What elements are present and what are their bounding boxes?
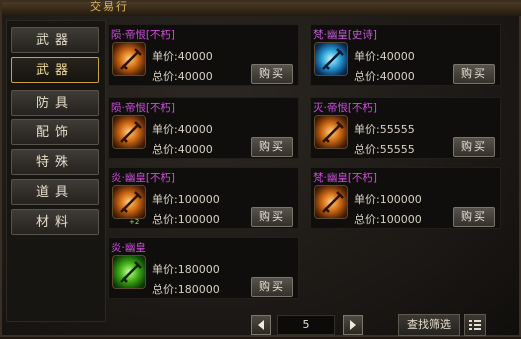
prev-page-button[interactable] <box>251 315 271 335</box>
search-filter-button[interactable]: 查找筛选 <box>398 314 460 336</box>
unit-price-label: 单价: <box>152 123 178 136</box>
list-icon <box>469 320 481 330</box>
unit-price-row: 单价:55555 <box>354 121 415 137</box>
category-weapon[interactable]: 武器 <box>11 27 99 53</box>
blue-weapon-icon <box>314 42 348 76</box>
buy-button[interactable]: 购买 <box>453 207 495 227</box>
total-price-value: 180000 <box>177 283 220 296</box>
arrow-left-icon <box>258 320 264 330</box>
total-price-label: 总价: <box>152 283 178 296</box>
total-price-label: 总价: <box>152 213 178 226</box>
item-name: 陨·帝恨[不朽] <box>111 102 176 114</box>
unit-price-value: 55555 <box>379 123 415 136</box>
unit-price-value: 40000 <box>177 50 213 63</box>
enhance-level: +2 <box>129 218 140 226</box>
total-price-value: 55555 <box>379 143 415 156</box>
total-price-row: 总价:180000 <box>152 281 220 297</box>
item-name: 梵·幽皇[不朽] <box>313 172 378 184</box>
total-price-value: 100000 <box>177 213 220 226</box>
total-price-value: 100000 <box>379 213 422 226</box>
unit-price-value: 40000 <box>379 50 415 63</box>
buy-button[interactable]: 购买 <box>251 207 293 227</box>
total-price-row: 总价:100000 <box>354 211 422 227</box>
orange-weapon-icon <box>112 185 146 219</box>
trade-window: 交易行 武器 武器 防具 配饰 特殊 道具 材料 陨·帝恨[不朽] 单价:400… <box>0 0 521 337</box>
total-price-value: 40000 <box>177 70 213 83</box>
item-card[interactable]: 梵·幽皇[史诗] 单价:40000 总价:40000 购买 <box>310 24 501 86</box>
total-price-label: 总价: <box>354 143 380 156</box>
item-list: 陨·帝恨[不朽] 单价:40000 总价:40000 购买 梵·幽皇[史诗] 单… <box>108 24 504 310</box>
unit-price-value: 100000 <box>379 193 422 206</box>
green-weapon-icon <box>112 255 146 289</box>
category-item[interactable]: 道具 <box>11 179 99 205</box>
unit-price-row: 单价:40000 <box>152 48 213 64</box>
category-sidebar: 武器 武器 防具 配饰 特殊 道具 材料 <box>6 20 106 322</box>
total-price-value: 40000 <box>379 70 415 83</box>
unit-price-label: 单价: <box>152 50 178 63</box>
item-name: 炎·幽皇[不朽] <box>111 172 176 184</box>
buy-button[interactable]: 购买 <box>453 137 495 157</box>
category-special[interactable]: 特殊 <box>11 149 99 175</box>
total-price-row: 总价:40000 <box>152 68 213 84</box>
buy-button[interactable]: 购买 <box>251 64 293 84</box>
buy-button[interactable]: 购买 <box>453 64 495 84</box>
arrow-right-icon <box>350 320 356 330</box>
unit-price-row: 单价:100000 <box>152 191 220 207</box>
total-price-row: 总价:100000 <box>152 211 220 227</box>
category-material[interactable]: 材料 <box>11 209 99 235</box>
unit-price-value: 180000 <box>177 263 220 276</box>
unit-price-row: 单价:100000 <box>354 191 422 207</box>
item-name: 灭·帝恨[不朽] <box>313 102 378 114</box>
item-card[interactable]: 陨·帝恨[不朽] 单价:40000 总价:40000 购买 <box>108 24 299 86</box>
title-bar: 交易行 <box>2 0 521 16</box>
category-weapon-sub-selected[interactable]: 武器 <box>11 57 99 83</box>
unit-price-value: 40000 <box>177 123 213 136</box>
total-price-row: 总价:40000 <box>354 68 415 84</box>
orange-weapon-icon <box>112 115 146 149</box>
unit-price-label: 单价: <box>354 123 380 136</box>
total-price-row: 总价:40000 <box>152 141 213 157</box>
total-price-label: 总价: <box>354 213 380 226</box>
unit-price-row: 单价:40000 <box>354 48 415 64</box>
unit-price-label: 单价: <box>354 193 380 206</box>
unit-price-label: 单价: <box>354 50 380 63</box>
item-card[interactable]: 灭·帝恨[不朽] 单价:55555 总价:55555 购买 <box>310 97 501 159</box>
orange-weapon-icon <box>314 185 348 219</box>
total-price-label: 总价: <box>354 70 380 83</box>
unit-price-label: 单价: <box>152 263 178 276</box>
unit-price-row: 单价:40000 <box>152 121 213 137</box>
buy-button[interactable]: 购买 <box>251 137 293 157</box>
buy-button[interactable]: 购买 <box>251 277 293 297</box>
item-card[interactable]: 炎·幽皇 单价:180000 总价:180000 购买 <box>108 237 299 299</box>
item-card[interactable]: 陨·帝恨[不朽] 单价:40000 总价:40000 购买 <box>108 97 299 159</box>
total-price-row: 总价:55555 <box>354 141 415 157</box>
category-armor[interactable]: 防具 <box>11 90 99 116</box>
orange-weapon-icon <box>314 115 348 149</box>
item-card[interactable]: 梵·幽皇[不朽] 单价:100000 总价:100000 购买 <box>310 167 501 229</box>
category-accessory[interactable]: 配饰 <box>11 119 99 145</box>
unit-price-value: 100000 <box>177 193 220 206</box>
orange-weapon-icon <box>112 42 146 76</box>
unit-price-row: 单价:180000 <box>152 261 220 277</box>
total-price-value: 40000 <box>177 143 213 156</box>
item-name: 梵·幽皇[史诗] <box>313 29 378 41</box>
item-name: 炎·幽皇 <box>111 242 146 254</box>
unit-price-label: 单价: <box>152 193 178 206</box>
page-number: 5 <box>277 315 335 335</box>
item-card[interactable]: 炎·幽皇[不朽] +2 单价:100000 总价:100000 购买 <box>108 167 299 229</box>
next-page-button[interactable] <box>343 315 363 335</box>
total-price-label: 总价: <box>152 70 178 83</box>
total-price-label: 总价: <box>152 143 178 156</box>
list-view-button[interactable] <box>464 314 486 336</box>
window-title: 交易行 <box>90 0 129 13</box>
item-name: 陨·帝恨[不朽] <box>111 29 176 41</box>
